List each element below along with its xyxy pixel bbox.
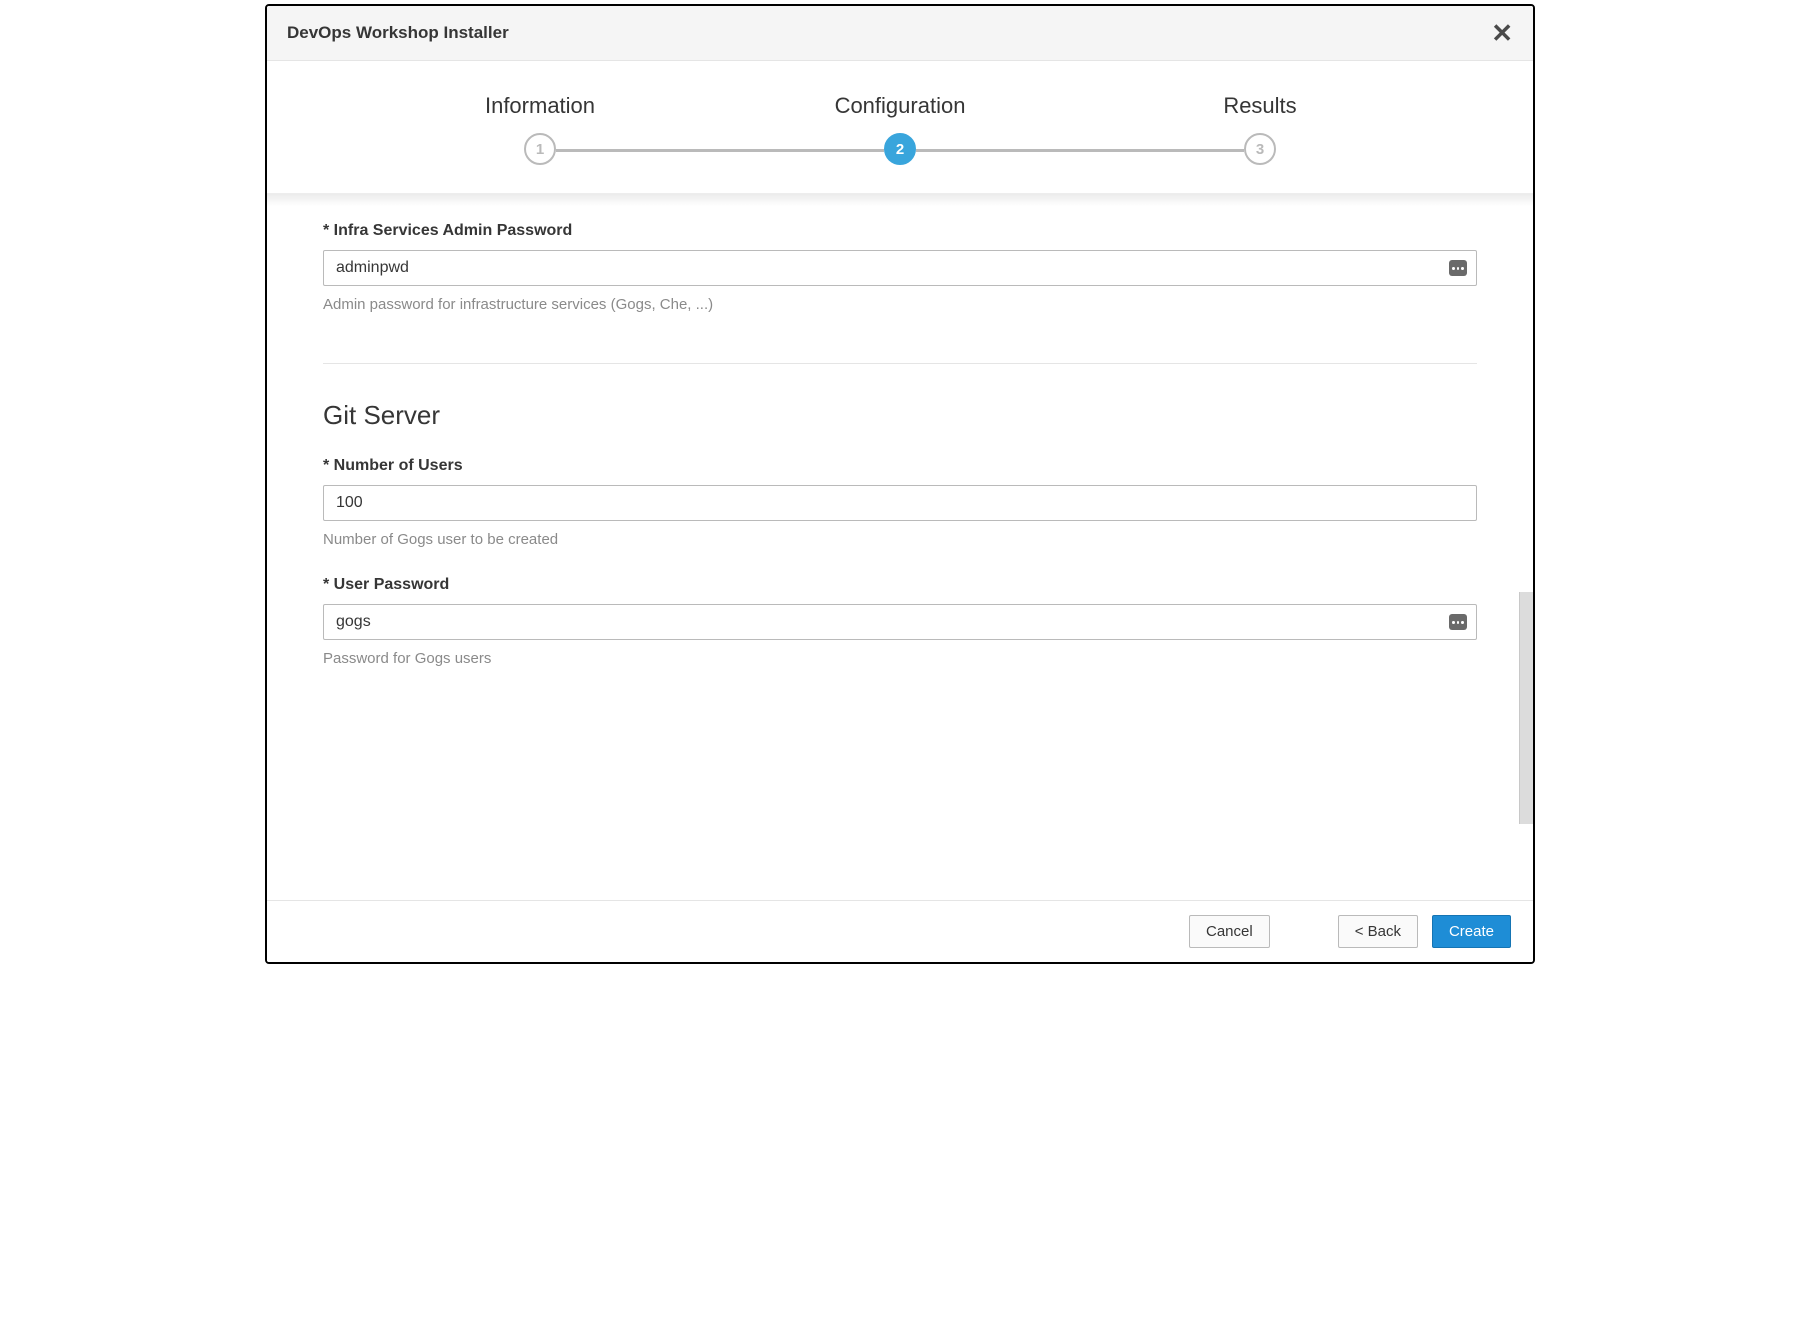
git-server-header: Git Server (323, 400, 1477, 431)
user-password-input[interactable] (323, 604, 1477, 640)
number-of-users-label: * Number of Users (323, 457, 1477, 475)
admin-password-input[interactable] (323, 250, 1477, 286)
admin-password-label: * Infra Services Admin Password (323, 222, 1477, 240)
step-circle: 3 (1244, 133, 1276, 165)
password-saved-icon[interactable] (1449, 260, 1467, 276)
steps-row: Information 1 Configuration 2 Results 3 (360, 93, 1440, 165)
step-connector (556, 149, 884, 152)
number-of-users-input[interactable] (323, 485, 1477, 521)
admin-password-help: Admin password for infrastructure servic… (323, 296, 1477, 313)
step-circle: 2 (884, 133, 916, 165)
back-button[interactable]: < Back (1338, 915, 1418, 948)
admin-password-group: * Infra Services Admin Password Admin pa… (323, 222, 1477, 313)
form-content: * Infra Services Admin Password Admin pa… (267, 194, 1533, 735)
number-of-users-help: Number of Gogs user to be created (323, 531, 1477, 548)
step-configuration[interactable]: Configuration 2 (720, 93, 1080, 165)
user-password-group: * User Password Password for Gogs users (323, 576, 1477, 667)
modal-header: DevOps Workshop Installer ✕ (267, 6, 1533, 61)
step-results[interactable]: Results 3 (1080, 93, 1440, 165)
input-wrap (323, 250, 1477, 286)
step-connector (916, 149, 1244, 152)
input-wrap (323, 604, 1477, 640)
scrollbar-thumb[interactable] (1519, 592, 1533, 824)
user-password-label: * User Password (323, 576, 1477, 594)
section-divider (323, 363, 1477, 364)
step-label: Configuration (835, 93, 966, 119)
step-information[interactable]: Information 1 (360, 93, 720, 165)
modal-footer: Cancel < Back Create (267, 900, 1533, 962)
content-scroll[interactable]: * Infra Services Admin Password Admin pa… (267, 194, 1533, 900)
cancel-button[interactable]: Cancel (1189, 915, 1270, 948)
step-label: Results (1223, 93, 1296, 119)
wizard-steps: Information 1 Configuration 2 Results 3 (267, 61, 1533, 194)
modal-title: DevOps Workshop Installer (287, 23, 509, 43)
footer-spacer (1284, 915, 1324, 948)
number-of-users-group: * Number of Users Number of Gogs user to… (323, 457, 1477, 548)
installer-modal: DevOps Workshop Installer ✕ Information … (265, 4, 1535, 964)
close-button[interactable]: ✕ (1491, 20, 1513, 46)
user-password-help: Password for Gogs users (323, 650, 1477, 667)
step-label: Information (485, 93, 595, 119)
create-button[interactable]: Create (1432, 915, 1511, 948)
close-icon: ✕ (1491, 18, 1513, 48)
step-circle: 1 (524, 133, 556, 165)
password-saved-icon[interactable] (1449, 614, 1467, 630)
